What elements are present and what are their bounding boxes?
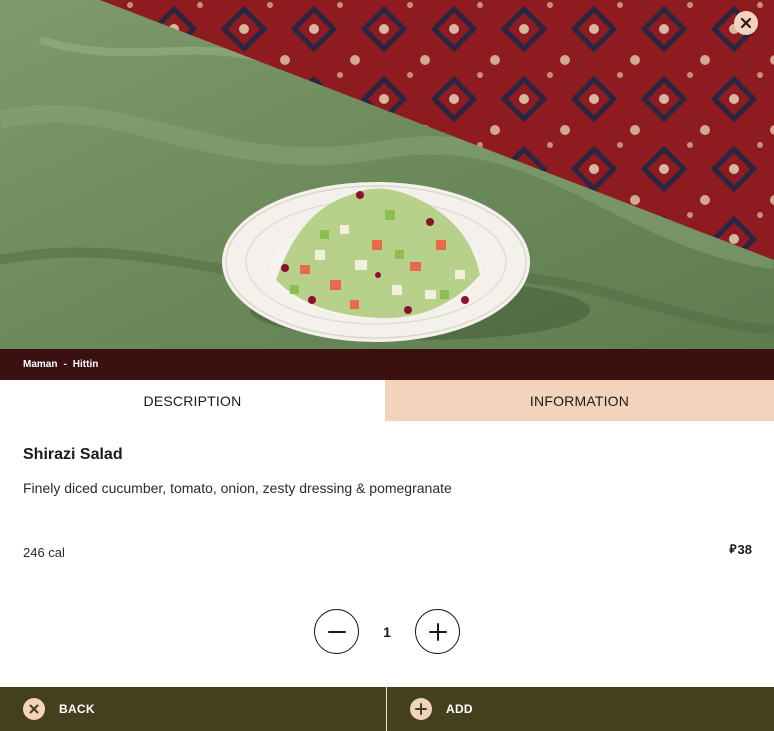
price-value: 38 <box>737 542 752 557</box>
item-price: ⃁ 38 <box>729 542 752 557</box>
salad-photo <box>0 0 774 349</box>
increase-quantity-button[interactable] <box>415 609 460 654</box>
breadcrumb-separator: - <box>63 359 67 370</box>
plus-icon <box>428 622 447 641</box>
add-button[interactable]: ADD <box>387 687 774 731</box>
tab-information[interactable]: INFORMATION <box>385 380 774 421</box>
close-icon <box>741 18 751 28</box>
close-circle-icon <box>23 698 45 720</box>
quantity-stepper: 1 <box>314 609 460 654</box>
item-calories: 246 cal <box>23 545 65 560</box>
item-description: Finely diced cucumber, tomato, onion, ze… <box>23 480 452 496</box>
plus-circle-icon <box>410 698 432 720</box>
item-title: Shirazi Salad <box>23 446 123 463</box>
back-label: BACK <box>59 702 95 716</box>
back-button[interactable]: BACK <box>0 687 387 731</box>
decrease-quantity-button[interactable] <box>314 609 359 654</box>
add-label: ADD <box>446 702 473 716</box>
currency-symbol: ⃁ <box>729 542 737 556</box>
quantity-value: 1 <box>383 623 391 640</box>
breadcrumb-brand: Maman <box>23 359 58 370</box>
bottom-action-bar: BACK ADD <box>0 687 774 731</box>
hero-image <box>0 0 774 349</box>
tab-description[interactable]: DESCRIPTION <box>0 380 385 421</box>
minus-icon <box>327 630 346 633</box>
tab-bar: DESCRIPTION INFORMATION <box>0 380 774 421</box>
close-button[interactable] <box>734 11 758 35</box>
breadcrumb-branch: Hittin <box>72 359 99 370</box>
breadcrumb: Maman - Hittin <box>0 349 774 380</box>
